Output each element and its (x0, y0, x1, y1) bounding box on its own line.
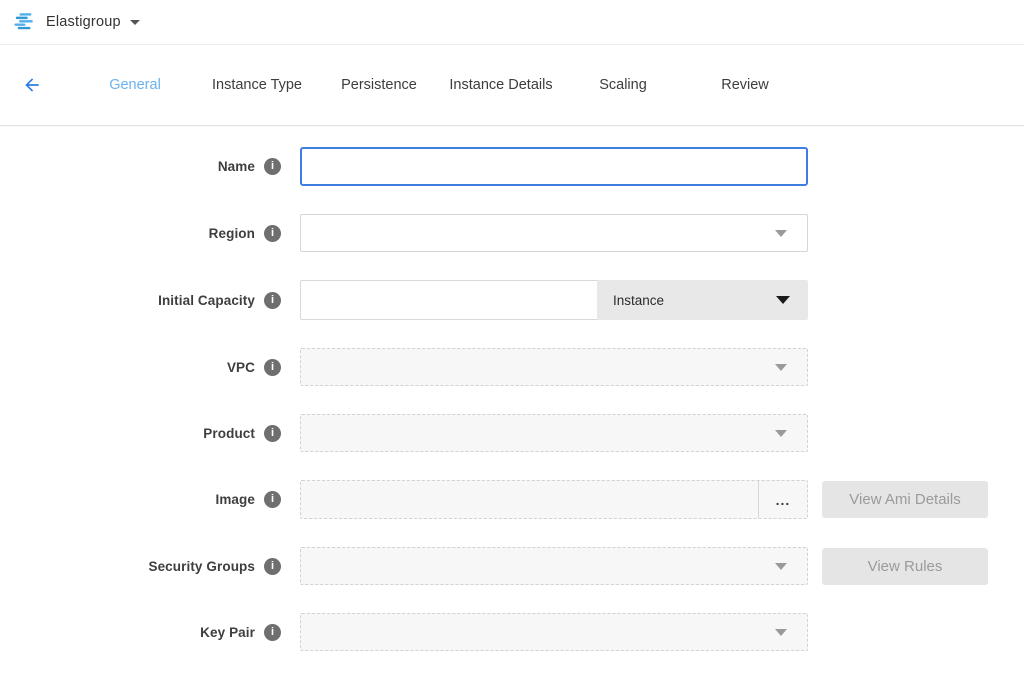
tab-list: General Instance Type Persistence Instan… (74, 77, 806, 93)
name-input[interactable] (300, 147, 808, 186)
tab-scaling[interactable]: Scaling (562, 77, 684, 93)
form-row-initial-capacity: Initial Capacity Instance (0, 280, 1024, 320)
chevron-down-icon (775, 230, 787, 237)
view-ami-details-button[interactable]: View Ami Details (822, 481, 988, 518)
tab-general[interactable]: General (74, 77, 196, 93)
form-row-product: Product (0, 414, 1024, 452)
form-row-security-groups: Security Groups View Rules (0, 547, 1024, 585)
chevron-down-icon (776, 296, 790, 304)
chevron-down-icon (775, 563, 787, 570)
region-label: Region (209, 226, 255, 241)
name-info-icon[interactable] (264, 158, 281, 175)
tab-instance-type[interactable]: Instance Type (196, 77, 318, 93)
top-bar: Elastigroup (0, 0, 1024, 45)
form-row-name: Name (0, 147, 1024, 186)
back-arrow-icon (22, 75, 42, 95)
form-row-key-pair: Key Pair (0, 613, 1024, 651)
app-title[interactable]: Elastigroup (46, 14, 121, 30)
security-groups-info-icon[interactable] (264, 558, 281, 575)
security-groups-select (300, 547, 808, 585)
chevron-down-icon (775, 430, 787, 437)
chevron-down-icon (775, 629, 787, 636)
image-browse-button[interactable]: ... (759, 481, 807, 518)
tab-persistence[interactable]: Persistence (318, 77, 440, 93)
initial-capacity-input[interactable] (300, 280, 597, 320)
initial-capacity-label: Initial Capacity (158, 293, 255, 308)
image-label: Image (215, 492, 255, 507)
chevron-down-icon (775, 364, 787, 371)
security-groups-label: Security Groups (148, 559, 255, 574)
initial-capacity-info-icon[interactable] (264, 292, 281, 309)
form-row-vpc: VPC (0, 348, 1024, 386)
region-info-icon[interactable] (264, 225, 281, 242)
tab-review[interactable]: Review (684, 77, 806, 93)
product-select (300, 414, 808, 452)
image-info-icon[interactable] (264, 491, 281, 508)
elastigroup-logo-icon (14, 11, 36, 33)
key-pair-info-icon[interactable] (264, 624, 281, 641)
app-switcher-caret-icon[interactable] (130, 20, 140, 25)
region-select[interactable] (300, 214, 808, 252)
vpc-info-icon[interactable] (264, 359, 281, 376)
capacity-unit-select[interactable]: Instance (597, 280, 808, 320)
capacity-unit-value: Instance (613, 293, 664, 308)
key-pair-label: Key Pair (200, 625, 255, 640)
back-button[interactable] (21, 74, 43, 96)
name-label: Name (218, 159, 255, 174)
view-rules-button[interactable]: View Rules (822, 548, 988, 585)
vpc-select (300, 348, 808, 386)
wizard-tab-bar: General Instance Type Persistence Instan… (0, 45, 1024, 126)
vpc-label: VPC (227, 360, 255, 375)
image-picker-field: ... (300, 480, 808, 519)
product-label: Product (203, 426, 255, 441)
form-row-region: Region (0, 214, 1024, 252)
key-pair-select (300, 613, 808, 651)
general-settings-form: Name Region Initial Capacity Ins (0, 126, 1024, 651)
form-row-image: Image ... View Ami Details (0, 480, 1024, 519)
product-info-icon[interactable] (264, 425, 281, 442)
tab-instance-details[interactable]: Instance Details (440, 77, 562, 93)
